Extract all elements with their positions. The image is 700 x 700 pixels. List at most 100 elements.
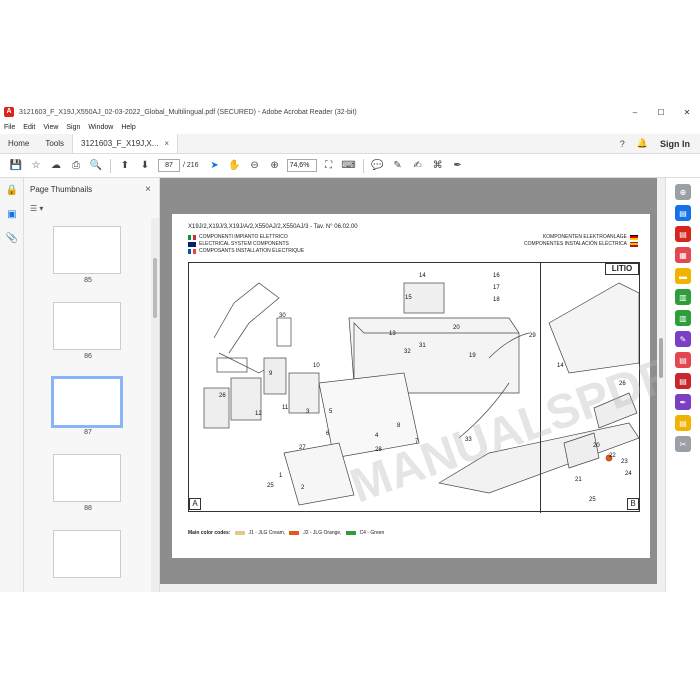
- tab-document[interactable]: 3121603_F_X19J,X... ×: [72, 134, 179, 153]
- lang-french-text: COMPOSANTS INSTALLATION ÉLECTRIQUE: [199, 248, 305, 254]
- maximize-button[interactable]: ☐: [648, 104, 674, 120]
- combine-files-icon[interactable]: ▥: [675, 289, 691, 305]
- exploded-diagram: MANUALSPDF.COM 14 16 17 18 15 13 20 29 1…: [188, 262, 665, 513]
- zoom-tool-icon[interactable]: ⊕: [675, 184, 691, 200]
- part-number: 22: [609, 453, 616, 459]
- thumbnail-page-85[interactable]: [53, 226, 121, 274]
- help-icon[interactable]: ?: [620, 139, 625, 149]
- thumbnail-number: 85: [84, 277, 92, 284]
- panel-options-menu[interactable]: ☰ ▾: [24, 200, 159, 216]
- notifications-bell-icon[interactable]: 🔔: [637, 138, 648, 149]
- tab-bar: Home Tools 3121603_F_X19J,X... × ? 🔔 Sig…: [0, 134, 700, 154]
- tab-close-icon[interactable]: ×: [164, 139, 169, 148]
- menu-view[interactable]: View: [43, 124, 58, 131]
- thumbnail-number: 87: [84, 429, 92, 436]
- part-number: 6: [326, 431, 330, 437]
- color-codes-title: Main color codes:: [188, 530, 231, 536]
- part-number: 3: [306, 409, 310, 415]
- edit-pdf-icon[interactable]: ▦: [675, 247, 691, 263]
- scroll-knob[interactable]: [153, 258, 157, 318]
- part-number: 23: [621, 459, 628, 465]
- page-number-input[interactable]: 87: [158, 159, 180, 172]
- tab-home[interactable]: Home: [0, 134, 37, 153]
- menu-help[interactable]: Help: [121, 124, 135, 131]
- color-codes-legend: Main color codes: J1 - JLG Cream, J2 - J…: [188, 530, 384, 536]
- part-number: 15: [405, 295, 412, 301]
- thumbnail-number: 86: [84, 353, 92, 360]
- part-number: 4: [375, 433, 379, 439]
- stamp-icon[interactable]: ⌘: [428, 156, 448, 176]
- panel-close-icon[interactable]: ×: [145, 184, 151, 195]
- fill-sign-icon[interactable]: ✒: [448, 156, 468, 176]
- part-number: 28: [375, 447, 382, 453]
- thumbnail-page-88[interactable]: [53, 454, 121, 502]
- keyboard-icon[interactable]: ⌨: [339, 156, 359, 176]
- zoom-out-icon[interactable]: ⊖: [245, 156, 265, 176]
- page-thumbnails-icon[interactable]: ▣: [0, 202, 24, 226]
- scroll-knob[interactable]: [659, 338, 663, 378]
- window-title: 3121603_F_X19J,X550AJ_02-03-2022_Global_…: [19, 108, 357, 116]
- lock-icon[interactable]: 🔒: [0, 178, 24, 202]
- part-number: 18: [493, 297, 500, 303]
- draw-icon[interactable]: ✍: [408, 156, 428, 176]
- protect-icon[interactable]: ▤: [675, 352, 691, 368]
- lang-italian: COMPONENTI IMPIANTO ELETTRICO: [188, 234, 288, 240]
- acrobat-logo-icon: A: [4, 107, 14, 117]
- fill-sign-tool-icon[interactable]: ✎: [675, 331, 691, 347]
- comment-tool-icon[interactable]: ▬: [675, 268, 691, 284]
- color-c4: C4 - Green: [359, 530, 385, 536]
- create-pdf-icon[interactable]: ▤: [675, 205, 691, 221]
- select-cursor-icon[interactable]: ➤: [205, 156, 225, 176]
- previous-page-icon[interactable]: ⬆: [115, 156, 135, 176]
- more-tools-icon[interactable]: ✂: [675, 436, 691, 452]
- hand-tool-icon[interactable]: ✋: [225, 156, 245, 176]
- diagram-drawing: [203, 282, 639, 506]
- sign-in-button[interactable]: Sign In: [660, 139, 690, 149]
- fit-page-icon[interactable]: ⛶: [319, 156, 339, 176]
- thumbnail-page-86[interactable]: [53, 302, 121, 350]
- menu-file[interactable]: File: [4, 124, 15, 131]
- save-icon[interactable]: 💾: [6, 156, 26, 176]
- toolbar: 💾 ☆ ☁ ⎙ 🔍 ⬆ ⬇ 87 / 216 ➤ ✋ ⊖ ⊕ 74,6% ⛶ ⌨…: [0, 154, 700, 178]
- menu-window[interactable]: Window: [88, 124, 113, 131]
- italy-flag-icon: [188, 234, 197, 240]
- attachment-icon[interactable]: 📎: [0, 226, 24, 250]
- toolbar-divider-2: [362, 158, 364, 173]
- highlight-pen-icon[interactable]: ✎: [388, 156, 408, 176]
- close-window-button[interactable]: ✕: [674, 104, 700, 120]
- thumbnail-page-87[interactable]: [51, 376, 123, 428]
- right-tools-pane: ⊕ ▤ ▤ ▦ ▬ ▥ ▥ ✎ ▤ ▤ ✒ ▤ ✂: [665, 178, 700, 592]
- organize-pages-icon[interactable]: ▥: [675, 310, 691, 326]
- lang-english-text: ELECTRICAL SYSTEM COMPONENTS: [199, 241, 289, 247]
- menu-sign[interactable]: Sign: [66, 124, 80, 131]
- thumbnail-scrollbar[interactable]: [151, 218, 159, 592]
- document-vertical-scrollbar[interactable]: [657, 178, 665, 592]
- bookmark-star-icon[interactable]: ☆: [26, 156, 46, 176]
- color-j2: J2 - JLG Orange,: [303, 530, 342, 536]
- minimize-button[interactable]: –: [622, 104, 648, 120]
- redact-icon[interactable]: ▤: [675, 373, 691, 389]
- zoom-in-icon[interactable]: ⊕: [265, 156, 285, 176]
- window-controls: – ☐ ✕: [622, 104, 700, 120]
- upload-cloud-icon[interactable]: ☁: [46, 156, 66, 176]
- part-number: 7: [415, 439, 419, 445]
- tab-tools[interactable]: Tools: [37, 134, 72, 153]
- print-icon[interactable]: ⎙: [66, 156, 86, 176]
- next-page-icon[interactable]: ⬇: [135, 156, 155, 176]
- part-number: 16: [493, 273, 500, 279]
- menu-edit[interactable]: Edit: [23, 124, 35, 131]
- send-signature-icon[interactable]: ✒: [675, 394, 691, 410]
- part-number: 31: [419, 343, 426, 349]
- export-pdf-icon[interactable]: ▤: [675, 226, 691, 242]
- part-number: 9: [269, 371, 273, 377]
- comment-icon[interactable]: 💬: [368, 156, 388, 176]
- scan-icon[interactable]: ▤: [675, 415, 691, 431]
- zoom-level-select[interactable]: 74,6%: [286, 159, 317, 172]
- part-number: 5: [329, 409, 333, 415]
- page-header: X19J/2,X19J/3,X19J/A/2,X550AJ/2,X550AJ/3…: [188, 224, 358, 230]
- thumbnails-panel: Page Thumbnails × ☰ ▾ 85 86 87 88: [24, 178, 160, 592]
- part-number: 24: [625, 471, 632, 477]
- document-horizontal-scrollbar[interactable]: [160, 584, 665, 592]
- search-icon[interactable]: 🔍: [86, 156, 106, 176]
- thumbnail-page-89[interactable]: [53, 530, 121, 578]
